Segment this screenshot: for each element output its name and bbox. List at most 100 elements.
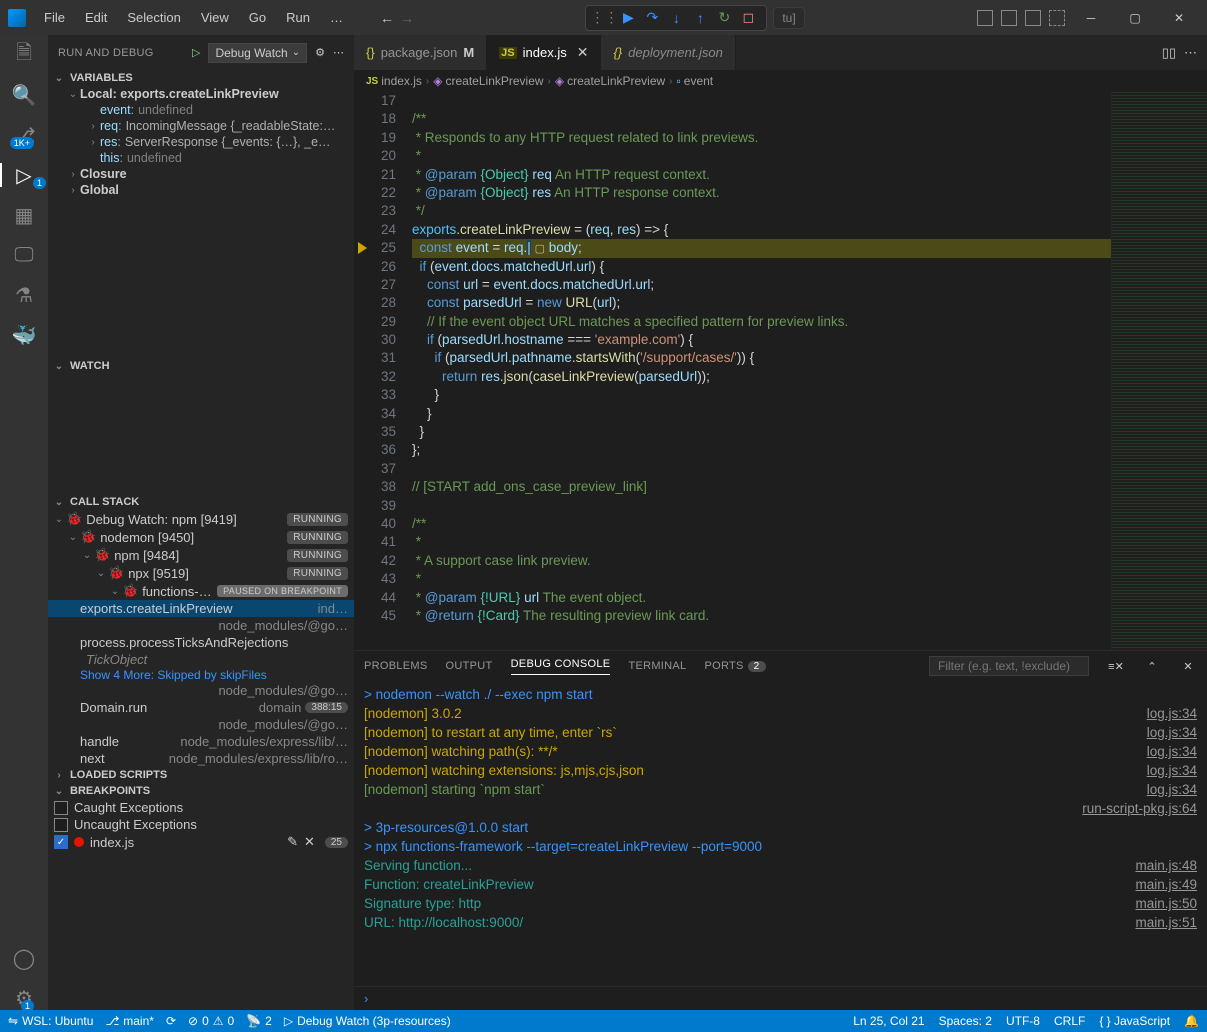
- status-remote[interactable]: ⇋ WSL: Ubuntu: [8, 1014, 93, 1028]
- titlebar-search-hint[interactable]: tu]: [773, 7, 804, 29]
- remove-icon[interactable]: ✕: [304, 834, 315, 850]
- stack-frame[interactable]: node_modules/@go…: [48, 682, 354, 699]
- tab-package-json[interactable]: {}package.jsonM: [354, 35, 487, 70]
- activity-explorer-icon[interactable]: 🗎: [12, 43, 36, 67]
- tab-more-icon[interactable]: ⋯: [1184, 45, 1197, 61]
- debug-step-out-icon[interactable]: ↑: [692, 10, 708, 26]
- status-ports[interactable]: 📡 2: [246, 1014, 272, 1028]
- loaded-scripts-header[interactable]: ›LOADED SCRIPTS: [48, 767, 354, 783]
- variables-header[interactable]: ⌄VARIABLES: [48, 70, 354, 86]
- nav-forward-icon[interactable]: →: [399, 10, 415, 26]
- debug-continue-icon[interactable]: ▶: [620, 10, 636, 26]
- callstack-thread[interactable]: ⌄🐞Debug Watch: npm [9419]RUNNING: [48, 510, 354, 528]
- callstack-thread[interactable]: ⌄🐞functions-fra…PAUSED ON BREAKPOINT: [48, 582, 354, 600]
- console-filter-input[interactable]: [929, 656, 1089, 676]
- menu-selection[interactable]: Selection: [119, 6, 188, 29]
- activity-account-icon[interactable]: ◯: [12, 946, 36, 970]
- debug-console-input[interactable]: ›: [354, 986, 1207, 1010]
- checkbox[interactable]: ✓: [54, 835, 68, 849]
- status-bell-icon[interactable]: 🔔: [1184, 1014, 1199, 1028]
- breadcrumb[interactable]: JSindex.js › ◈createLinkPreview › ◈creat…: [354, 70, 1207, 92]
- watch-header[interactable]: ⌄WATCH: [48, 358, 354, 374]
- stack-frame[interactable]: Domain.rundomain388:15: [48, 699, 354, 716]
- close-tab-icon[interactable]: ✕: [577, 44, 589, 61]
- more-actions-icon[interactable]: ⋯: [333, 46, 344, 59]
- clear-console-icon[interactable]: ≡✕: [1107, 660, 1125, 673]
- layout-left-icon[interactable]: [977, 10, 993, 26]
- status-language[interactable]: { } JavaScript: [1099, 1014, 1170, 1028]
- activity-remote-icon[interactable]: 🖵: [12, 243, 36, 267]
- close-button[interactable]: ✕: [1159, 3, 1199, 33]
- settings-gear-icon[interactable]: ⚙: [315, 46, 325, 59]
- activity-test-icon[interactable]: ⚗: [12, 283, 36, 307]
- maximize-button[interactable]: ▢: [1115, 3, 1155, 33]
- start-debug-icon[interactable]: ▷: [192, 46, 200, 59]
- layout-right-icon[interactable]: [1025, 10, 1041, 26]
- close-panel-icon[interactable]: ✕: [1179, 660, 1197, 673]
- activity-settings-icon[interactable]: ⚙1: [12, 986, 36, 1010]
- stack-frame[interactable]: node_modules/@go…: [48, 716, 354, 733]
- minimap[interactable]: [1111, 92, 1207, 650]
- editor-body[interactable]: 1718192021222324252627282930313233343536…: [354, 92, 1207, 650]
- debug-drag-icon[interactable]: ⋮⋮: [596, 10, 612, 26]
- status-branch[interactable]: ⎇ main*: [105, 1014, 154, 1028]
- debug-step-into-icon[interactable]: ↓: [668, 10, 684, 26]
- breakpoint-item[interactable]: Uncaught Exceptions: [48, 816, 354, 833]
- stack-frame[interactable]: nextnode_modules/express/lib/ro…: [48, 750, 354, 767]
- nav-back-icon[interactable]: ←: [379, 10, 395, 26]
- callstack-thread[interactable]: ⌄🐞nodemon [9450]RUNNING: [48, 528, 354, 546]
- stack-frame[interactable]: node_modules/@go…: [48, 617, 354, 634]
- minimize-button[interactable]: ─: [1071, 3, 1111, 33]
- collapse-panel-icon[interactable]: ⌃: [1143, 660, 1161, 673]
- scope-global[interactable]: ›Global: [48, 182, 354, 198]
- panel-tab-output[interactable]: OUTPUT: [446, 660, 493, 672]
- var-req[interactable]: ›req:IncomingMessage {_readableState:…: [48, 118, 354, 134]
- console-source-link[interactable]: log.js:34: [1147, 742, 1197, 761]
- menu-file[interactable]: File: [36, 6, 73, 29]
- status-eol[interactable]: CRLF: [1054, 1014, 1085, 1028]
- console-source-link[interactable]: log.js:34: [1147, 761, 1197, 780]
- launch-config-dropdown[interactable]: Debug Watch ⌄: [208, 43, 307, 63]
- show-more-frames[interactable]: Show 4 More: Skipped by skipFiles: [48, 668, 354, 682]
- debug-stop-icon[interactable]: ◻: [740, 10, 756, 26]
- line-number-gutter[interactable]: 1718192021222324252627282930313233343536…: [354, 92, 412, 650]
- debug-step-over-icon[interactable]: ↷: [644, 10, 660, 26]
- callstack-thread[interactable]: ⌄🐞npx [9519]RUNNING: [48, 564, 354, 582]
- tab-index-js[interactable]: JSindex.js✕: [487, 35, 601, 70]
- activity-debug-icon[interactable]: ▷1: [0, 163, 48, 187]
- breakpoint-item[interactable]: Caught Exceptions: [48, 799, 354, 816]
- activity-extensions-icon[interactable]: ▦: [12, 203, 36, 227]
- panel-tab-problems[interactable]: PROBLEMS: [364, 660, 428, 672]
- checkbox[interactable]: [54, 801, 68, 815]
- activity-docker-icon[interactable]: 🐳: [12, 323, 36, 347]
- status-encoding[interactable]: UTF-8: [1006, 1014, 1040, 1028]
- layout-custom-icon[interactable]: [1049, 10, 1065, 26]
- tab-deployment-json[interactable]: {}deployment.json: [601, 35, 735, 70]
- callstack-header[interactable]: ⌄CALL STACK: [48, 494, 354, 510]
- debug-restart-icon[interactable]: ↻: [716, 10, 732, 26]
- console-source-link[interactable]: main.js:48: [1135, 856, 1197, 875]
- var-this[interactable]: this:undefined: [48, 150, 354, 166]
- checkbox[interactable]: [54, 818, 68, 832]
- stack-frame[interactable]: TickObject: [48, 651, 354, 668]
- code-content[interactable]: /** * Responds to any HTTP request relat…: [412, 92, 1111, 650]
- stack-frame[interactable]: exports.createLinkPreviewind…: [48, 600, 354, 617]
- status-position[interactable]: Ln 25, Col 21: [853, 1014, 924, 1028]
- layout-bottom-icon[interactable]: [1001, 10, 1017, 26]
- edit-icon[interactable]: ✎: [287, 834, 298, 850]
- status-indent[interactable]: Spaces: 2: [939, 1014, 992, 1028]
- panel-tab-terminal[interactable]: TERMINAL: [628, 660, 686, 672]
- stack-frame[interactable]: process.processTicksAndRejections: [48, 634, 354, 651]
- console-source-link[interactable]: main.js:49: [1135, 875, 1197, 894]
- debug-console-output[interactable]: > nodemon --watch ./ --exec npm start[no…: [354, 681, 1207, 986]
- menu-go[interactable]: Go: [241, 6, 274, 29]
- var-res[interactable]: ›res:ServerResponse {_events: {…}, _e…: [48, 134, 354, 150]
- activity-search-icon[interactable]: 🔍: [12, 83, 36, 107]
- status-errors[interactable]: ⊘ 0 ⚠ 0: [188, 1014, 234, 1028]
- activity-scm-icon[interactable]: ⎇1K+: [12, 123, 36, 147]
- var-event[interactable]: event:undefined: [48, 102, 354, 118]
- console-source-link[interactable]: log.js:34: [1147, 704, 1197, 723]
- breakpoint-item[interactable]: ✓index.js✎ ✕25: [48, 833, 354, 851]
- split-editor-icon[interactable]: ▯▯: [1162, 45, 1176, 61]
- console-source-link[interactable]: log.js:34: [1147, 780, 1197, 799]
